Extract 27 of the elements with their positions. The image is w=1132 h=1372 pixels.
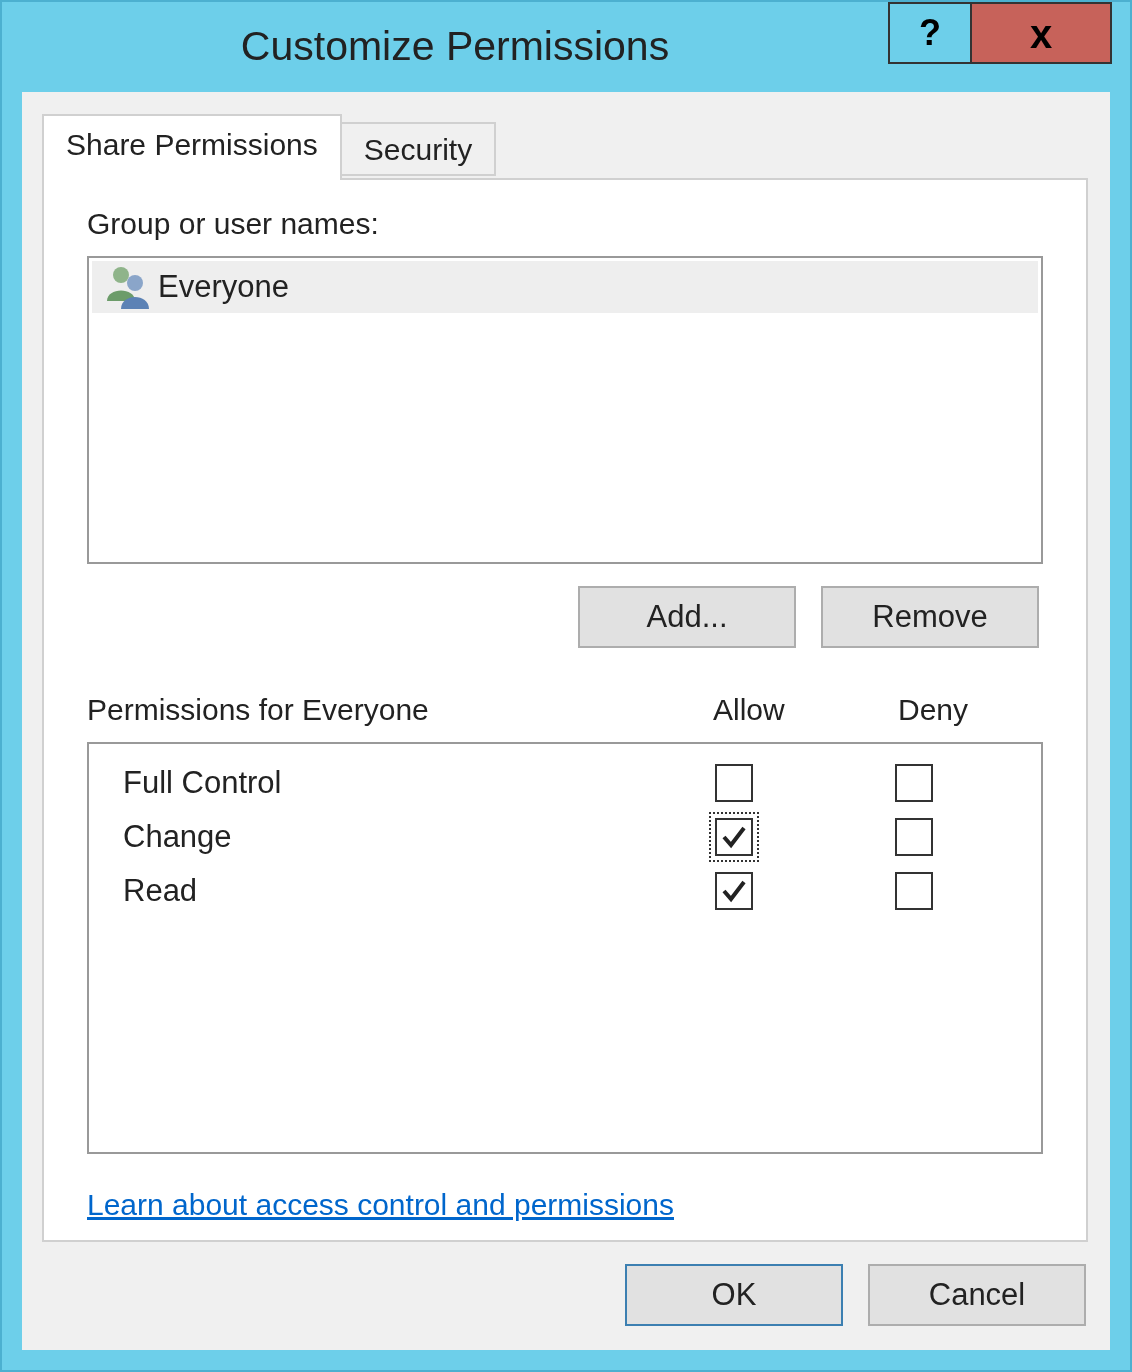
user-list-item[interactable]: Everyone — [92, 261, 1038, 313]
dialog-button[interactable]: Cancel — [868, 1264, 1086, 1326]
checkbox[interactable] — [895, 764, 933, 802]
dialog-button[interactable]: OK — [625, 1264, 843, 1326]
user-name: Everyone — [158, 267, 289, 306]
tab[interactable]: Security — [341, 122, 497, 176]
dialog-button[interactable]: Remove — [821, 586, 1039, 648]
permission-name: Change — [122, 817, 233, 856]
dialog-button[interactable]: Add... — [578, 586, 796, 648]
checkmark-icon — [721, 825, 747, 849]
allow-header: Allow — [713, 692, 786, 728]
group-label: Group or user names: — [87, 206, 380, 242]
tab[interactable]: Share Permissions — [42, 114, 342, 180]
permission-name: Read — [122, 871, 199, 910]
help-link[interactable]: Learn about access control and permissions — [87, 1188, 674, 1221]
deny-header: Deny — [898, 692, 969, 728]
checkbox[interactable] — [715, 818, 753, 856]
close-button[interactable]: x — [972, 2, 1112, 64]
checkbox[interactable] — [895, 872, 933, 910]
checkbox[interactable] — [715, 764, 753, 802]
window-title: Customize Permissions — [240, 22, 670, 72]
permission-name: Full Control — [122, 763, 283, 802]
permissions-label: Permissions for Everyone — [87, 692, 430, 728]
checkbox[interactable] — [715, 872, 753, 910]
checkbox[interactable] — [895, 818, 933, 856]
help-button[interactable]: ? — [888, 2, 972, 64]
checkmark-icon — [721, 879, 747, 903]
